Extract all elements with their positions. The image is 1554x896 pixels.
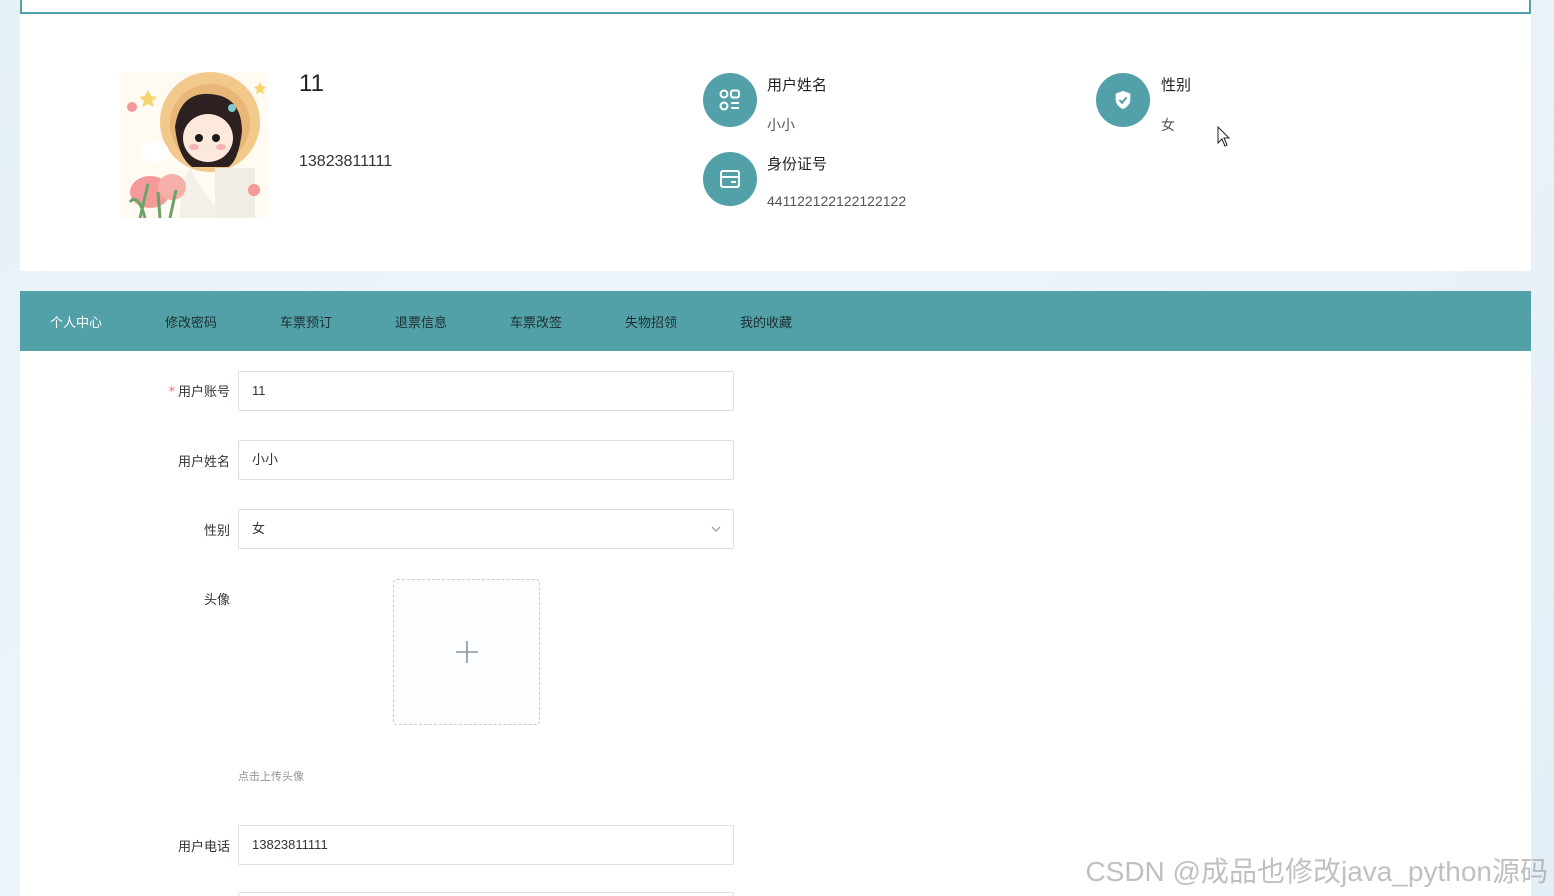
tab-personal-center[interactable]: 个人中心	[50, 312, 106, 331]
plus-icon	[455, 641, 478, 663]
profile-card: 11 13823811111 用户姓名 小小 身份证号 441122122122…	[20, 14, 1531, 271]
top-frame	[20, 0, 1531, 14]
tab-ticket-booking[interactable]: 车票预订	[280, 312, 336, 331]
upload-tip: 点击上传头像	[238, 770, 304, 783]
profile-id-label: 身份证号	[767, 155, 828, 173]
mouse-cursor-icon	[1217, 126, 1231, 147]
tab-ticket-change[interactable]: 车票改签	[510, 312, 566, 331]
name-label: 用户姓名	[177, 455, 230, 470]
profile-phone: 13823811111	[299, 153, 393, 170]
profile-form: * 用户账号 11 用户姓名 小小 性别 女 头像 点击上传头像 用户电话 138…	[20, 351, 1531, 896]
avatar	[120, 72, 268, 218]
avatar-label: 头像	[203, 593, 230, 608]
tab-my-favorites[interactable]: 我的收藏	[740, 312, 796, 331]
tab-refund-info[interactable]: 退票信息	[395, 312, 451, 331]
account-label: * 用户账号	[168, 385, 230, 400]
profile-account: 11	[299, 70, 324, 97]
profile-id-value: 441122122122122122	[767, 193, 907, 209]
gender-select[interactable]: 女	[238, 509, 734, 549]
tab-lost-found[interactable]: 失物招领	[625, 312, 681, 331]
tab-bar: 个人中心 修改密码 车票预订 退票信息 车票改签 失物招领 我的收藏	[20, 291, 1531, 351]
gender-select-value: 女	[252, 521, 266, 536]
next-input[interactable]	[238, 892, 734, 896]
avatar-upload[interactable]	[393, 579, 540, 725]
account-input[interactable]: 11	[238, 371, 734, 411]
phone-label: 用户电话	[177, 840, 230, 855]
profile-gender-label: 性别	[1161, 76, 1192, 94]
name-input[interactable]: 小小	[238, 440, 734, 480]
phone-input[interactable]: 13823811111	[238, 825, 734, 865]
shield-icon	[1096, 73, 1150, 127]
profile-gender-value: 女	[1161, 118, 1175, 134]
required-mark: *	[168, 385, 175, 400]
card-icon	[703, 152, 757, 206]
profile-name-label: 用户姓名	[767, 76, 828, 94]
chevron-down-icon	[711, 526, 721, 532]
watermark: CSDN @成品也修改java_python源码	[1085, 856, 1548, 887]
gender-label: 性别	[203, 524, 230, 539]
grid-icon	[703, 73, 757, 127]
tab-change-password[interactable]: 修改密码	[165, 312, 221, 331]
profile-name-value: 小小	[767, 118, 795, 134]
